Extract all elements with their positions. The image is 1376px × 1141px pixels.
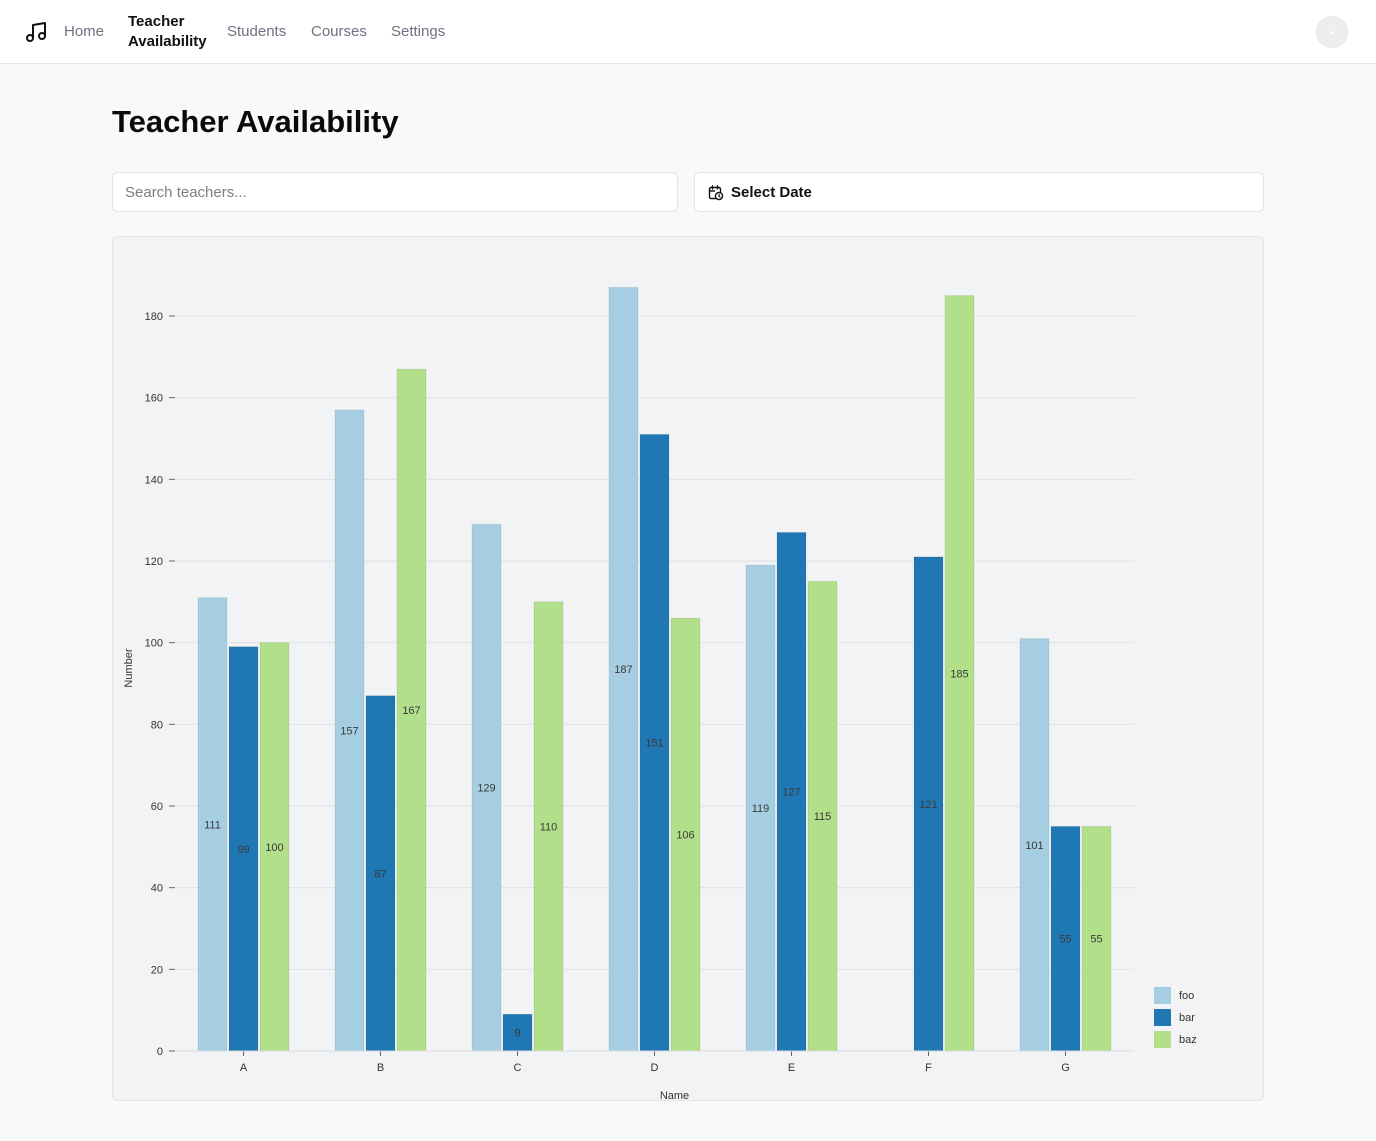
legend-label-bar: bar [1179,1012,1195,1024]
y-tick-label: 160 [145,393,163,405]
y-tick-label: 40 [151,883,163,895]
nav-link-courses[interactable]: Courses [311,22,367,42]
x-tick-label-A: A [240,1062,248,1074]
bars [197,286,1112,1052]
data-label-baz-G: 55 [1090,934,1102,946]
data-label-baz-A: 100 [265,842,283,854]
top-navbar: Home Teacher Availability Students Cours… [0,0,1376,64]
data-label-baz-F: 185 [950,668,968,680]
chart-card: 111 99 100 157 87 167 129 9 110 187 151 106 119 127 11… [112,236,1264,1102]
data-label-foo-D: 187 [614,664,632,676]
data-label-bar-C: 9 [514,1028,520,1040]
data-label-foo-A: 111 [204,819,221,831]
x-tick-label-E: E [788,1062,795,1074]
data-label-foo-G: 101 [1025,840,1043,852]
page-title: Teacher Availability [112,104,399,139]
data-label-foo-B: 157 [340,725,358,737]
legend: foo bar baz [1154,987,1197,1048]
nav-link-settings[interactable]: Settings [391,22,445,42]
y-tick-label: 20 [151,964,163,976]
x-tick-label-C: C [514,1062,522,1074]
x-tick-label-B: B [377,1062,384,1074]
y-tick-label: 120 [145,556,163,568]
data-label-bar-B: 87 [374,868,386,880]
music-note-icon[interactable] [24,20,48,44]
legend-swatch-foo [1154,987,1171,1004]
data-label-baz-B: 167 [402,705,420,717]
legend-swatch-bar [1154,1009,1171,1026]
data-label-bar-F: 121 [919,799,937,811]
x-tick-label-G: G [1061,1062,1070,1074]
data-label-bar-A: 99 [237,844,249,856]
data-label-baz-C: 110 [540,821,558,833]
x-axis-title: Name [660,1090,689,1102]
grouped-bar-chart: 111 99 100 157 87 167 129 9 110 187 151 106 119 127 11… [123,286,1197,1102]
y-tick-label: 60 [151,801,163,813]
user-avatar[interactable] [1316,16,1348,48]
nav-link-students[interactable]: Students [227,22,286,42]
calendar-clock-icon [708,185,724,201]
legend-swatch-baz [1154,1031,1171,1048]
y-axis-title: Number [123,648,135,687]
nav-link-home[interactable]: Home [64,22,104,42]
nav-link-teacher-availability[interactable]: Teacher Availability [128,12,207,52]
data-label-baz-D: 106 [676,830,694,842]
x-tick-label-D: D [651,1062,659,1074]
y-tick-label: 140 [145,474,163,486]
select-date-button[interactable]: Select Date [694,172,1264,212]
x-tick-label-F: F [925,1062,932,1074]
y-tick-label: 100 [145,638,163,650]
select-date-label: Select Date [731,184,812,201]
data-label-bar-E: 127 [782,787,800,799]
y-tick-label: 80 [151,719,163,731]
search-input[interactable] [112,172,678,212]
legend-label-foo: foo [1179,990,1194,1002]
data-label-bar-G: 55 [1059,934,1071,946]
y-tick-label: 0 [157,1046,163,1058]
data-label-foo-E: 119 [752,803,770,815]
data-label-foo-C: 129 [477,783,495,795]
data-label-baz-E: 115 [814,811,832,823]
data-label-bar-D: 151 [645,738,663,750]
legend-label-baz: baz [1179,1034,1197,1046]
y-tick-label: 180 [145,311,163,323]
